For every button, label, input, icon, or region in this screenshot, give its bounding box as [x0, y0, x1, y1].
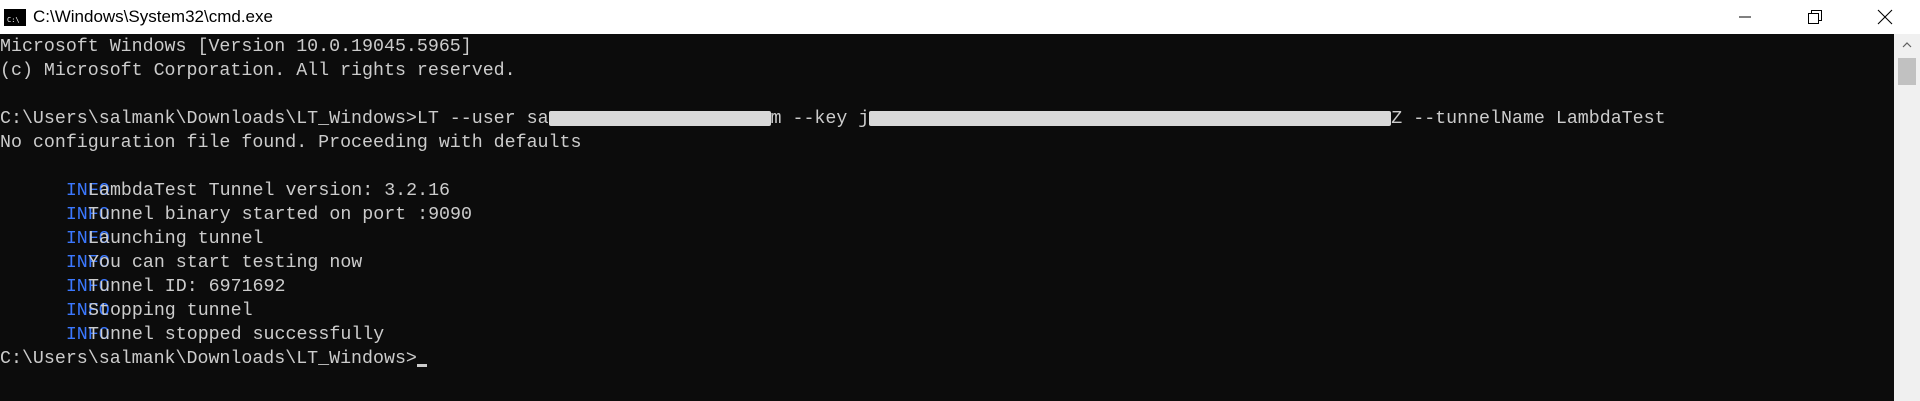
copyright-line: (c) Microsoft Corporation. All rights re… [0, 61, 516, 81]
svg-text:C:\: C:\ [7, 16, 20, 24]
info-line: INFO Launching tunnel [0, 203, 800, 249]
info-line: INFO You can start testing now [0, 227, 800, 273]
no-config-line: No configuration file found. Proceeding … [0, 133, 582, 153]
text-cursor [416, 364, 427, 367]
command-prompt: C:\Users\salmank\Downloads\LT_Windows> [0, 109, 417, 129]
info-line: INFO Tunnel ID: 6971692 [0, 251, 800, 297]
info-line: INFO Tunnel stopped successfully [0, 299, 800, 345]
info-line: INFO Stopping tunnel [0, 275, 800, 321]
cmd-console-icon: C:\ [4, 8, 26, 26]
info-line: INFO LambdaTest Tunnel version: 3.2.16 [0, 155, 800, 201]
redacted-username [548, 110, 771, 126]
maximize-button[interactable] [1780, 0, 1850, 34]
cmd-window: C:\ C:\Windows\System32\cmd.exe Microsof… [0, 0, 1920, 401]
scroll-up-button[interactable] [1894, 34, 1920, 56]
window-title: C:\Windows\System32\cmd.exe [33, 7, 273, 26]
final-prompt-line[interactable]: C:\Users\salmank\Downloads\LT_Windows> [0, 347, 427, 371]
command-line: C:\Users\salmank\Downloads\LT_Windows>LT… [0, 107, 1666, 131]
command-part-3: Z --tunnelName LambdaTest [1391, 109, 1666, 129]
command-part-2: m --key j [770, 109, 870, 129]
minimize-icon [1739, 16, 1751, 18]
close-icon [1877, 9, 1893, 25]
info-message: Tunnel stopped successfully [88, 325, 385, 345]
title-bar[interactable]: C:\ C:\Windows\System32\cmd.exe [0, 0, 1920, 34]
close-button[interactable] [1850, 0, 1920, 34]
window-controls [1710, 0, 1920, 34]
final-prompt: C:\Users\salmank\Downloads\LT_Windows> [0, 349, 417, 369]
console-output[interactable]: Microsoft Windows [Version 10.0.19045.59… [0, 34, 1894, 401]
scroll-thumb[interactable] [1898, 58, 1916, 85]
chevron-up-icon [1902, 42, 1912, 48]
redacted-key [869, 110, 1392, 126]
vertical-scrollbar[interactable] [1894, 34, 1920, 401]
version-line: Microsoft Windows [Version 10.0.19045.59… [0, 37, 472, 57]
maximize-icon [1808, 10, 1822, 24]
command-part-1: LT --user sa [416, 109, 549, 129]
minimize-button[interactable] [1710, 0, 1780, 34]
info-line: INFO Tunnel binary started on port :9090 [0, 179, 800, 225]
